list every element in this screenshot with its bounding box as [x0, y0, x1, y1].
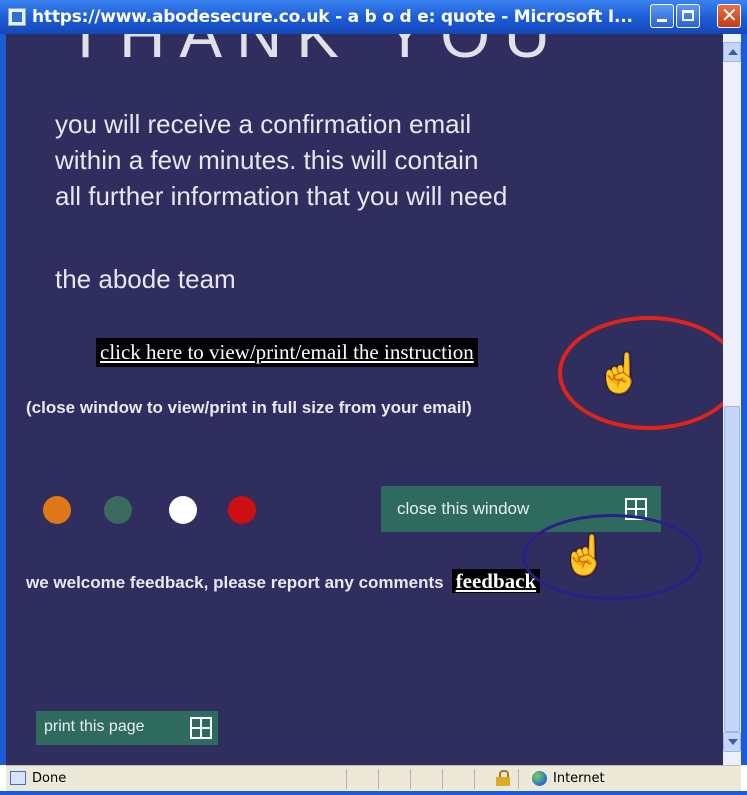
- print-grid-icon: [190, 717, 212, 739]
- status-divider: [518, 769, 519, 789]
- close-window-note: (close window to view/print in full size…: [26, 398, 472, 417]
- message-line: within a few minutes. this will contain: [55, 145, 479, 175]
- feedback-prompt: we welcome feedback, please report any c…: [26, 569, 541, 594]
- feedback-prompt-text: we welcome feedback, please report any c…: [26, 573, 444, 592]
- window-frame-bottom: [0, 791, 747, 795]
- status-text: Done: [32, 771, 67, 786]
- confirmation-message: you will receive a confirmation email wi…: [55, 106, 655, 214]
- orange-dot: [43, 496, 71, 524]
- white-dot: [169, 496, 197, 524]
- hand-cursor-icon: ☝: [596, 353, 644, 395]
- green-dot: [104, 496, 132, 524]
- maximize-button[interactable]: [676, 4, 700, 28]
- status-divider: [346, 769, 347, 789]
- print-this-page-button[interactable]: print this page: [36, 711, 218, 745]
- internet-globe-icon: [532, 771, 547, 786]
- lock-icon: [496, 770, 510, 786]
- window-title: https://www.abodesecure.co.uk - a b o d …: [32, 7, 633, 27]
- chevron-up-icon: [728, 49, 738, 55]
- scroll-thumb[interactable]: [724, 406, 740, 732]
- status-divider: [378, 769, 379, 789]
- chevron-down-icon: [728, 739, 738, 745]
- status-divider: [474, 769, 475, 789]
- message-line: you will receive a confirmation email: [55, 109, 472, 139]
- page-heading: THANK YOU: [66, 34, 565, 71]
- print-label: print this page: [44, 718, 145, 735]
- status-divider: [442, 769, 443, 789]
- security-zone-text: Internet: [553, 771, 605, 786]
- page-content: THANK YOU you will receive a confirmatio…: [6, 34, 723, 765]
- blue-highlight-ellipse: [522, 514, 702, 600]
- close-window-label: close this window: [397, 499, 530, 518]
- window-frame-right: [741, 34, 747, 765]
- feedback-link[interactable]: feedback: [451, 569, 541, 593]
- page-done-icon: [10, 771, 26, 785]
- scroll-up-button[interactable]: [723, 42, 741, 62]
- hand-cursor-icon: ☝: [561, 535, 609, 577]
- vertical-scrollbar[interactable]: [723, 34, 741, 765]
- title-bar: https://www.abodesecure.co.uk - a b o d …: [0, 0, 747, 34]
- red-dot: [228, 496, 256, 524]
- internet-explorer-icon: [8, 8, 26, 26]
- status-divider: [410, 769, 411, 789]
- close-window-x-button[interactable]: ✕: [717, 3, 741, 28]
- signoff: the abode team: [55, 264, 236, 294]
- view-print-email-link[interactable]: click here to view/print/email the instr…: [96, 338, 478, 367]
- minimize-button[interactable]: [650, 4, 674, 28]
- scroll-down-button[interactable]: [723, 732, 741, 752]
- status-bar: Done Internet: [6, 765, 741, 791]
- message-line: all further information that you will ne…: [55, 181, 508, 211]
